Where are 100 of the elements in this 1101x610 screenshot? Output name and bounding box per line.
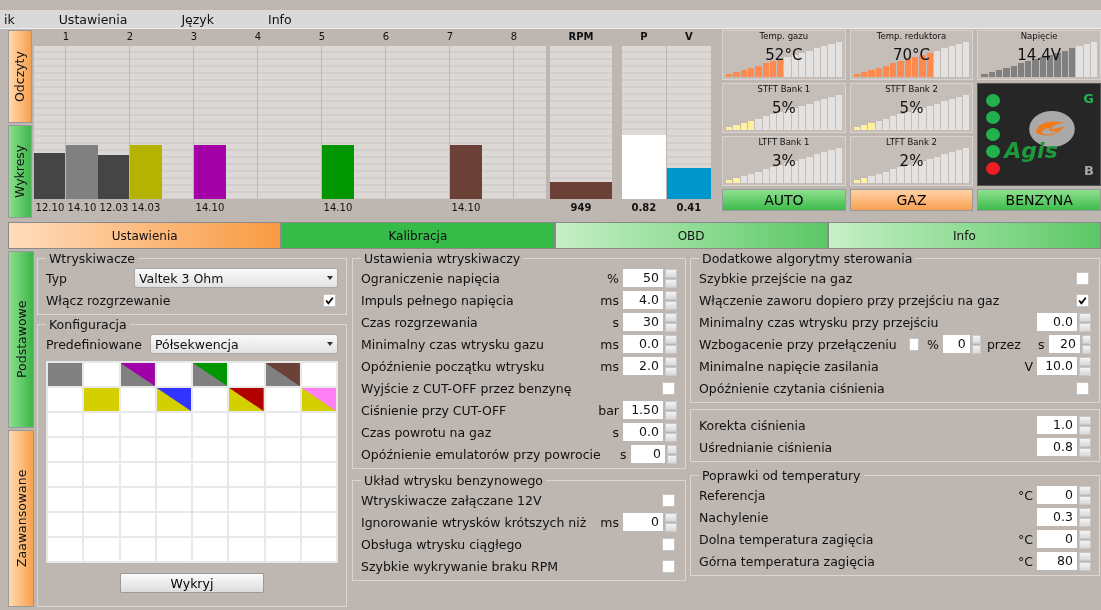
gauge-value: 5% [899, 100, 924, 117]
spinner-buttons[interactable] [1081, 334, 1091, 354]
unit-label: ms [599, 514, 619, 530]
checkbox[interactable] [662, 381, 675, 395]
number-field[interactable]: 0 [630, 445, 665, 463]
number-field[interactable]: 50 [623, 269, 663, 287]
setting-label: Czas rozgrzewania [361, 314, 479, 330]
gauge-title: LTFT Bank 1 [757, 137, 811, 148]
gauge-title: Temp. gazu [758, 31, 810, 42]
number-field[interactable]: 4.0 [623, 291, 663, 309]
checkbox[interactable] [908, 337, 920, 351]
unit-label: s [1037, 336, 1045, 352]
bar-value: 12.10 [35, 201, 65, 213]
spinner-buttons[interactable] [665, 268, 677, 288]
main-tab[interactable]: Kalibracja [281, 222, 555, 249]
gauge-title: Napięcie [1019, 31, 1059, 42]
spinner-buttons[interactable] [665, 334, 677, 354]
unit-label: °C [1017, 487, 1033, 503]
unit-label: % [927, 336, 939, 352]
number-field[interactable]: 0 [942, 335, 970, 353]
spinner-buttons[interactable] [1079, 356, 1091, 376]
number-field[interactable]: 0.0 [623, 423, 663, 441]
number-field[interactable]: 0 [1037, 486, 1077, 504]
gauge-title: LTFT Bank 2 [885, 137, 938, 148]
checkbox[interactable] [662, 559, 675, 573]
setting-label: Wzbogacenie przy przełączeniu [699, 336, 897, 352]
number-field[interactable]: 10.0 [1037, 357, 1077, 375]
menu-item[interactable]: Język [179, 11, 216, 27]
number-field[interactable]: 0.0 [623, 335, 663, 353]
type-dropdown[interactable]: Valtek 3 Ohm [134, 268, 338, 288]
setting-label: Ograniczenie napięcia [361, 270, 501, 286]
preset-dropdown[interactable]: Półsekwencja [150, 334, 338, 354]
meter-value: 949 [569, 201, 593, 213]
menu-item[interactable]: Info [265, 11, 294, 27]
number-field[interactable]: 0.3 [1037, 508, 1077, 526]
side-tab[interactable]: Podstawowe [8, 251, 34, 428]
spinner-buttons[interactable] [665, 512, 677, 532]
spinner-buttons[interactable] [1079, 507, 1091, 527]
mode-button[interactable]: AUTO [722, 189, 846, 211]
group-title: Wtryskiwacze [48, 251, 137, 266]
checkbox[interactable] [323, 293, 336, 307]
menu-item[interactable]: ik [2, 11, 17, 27]
spinner-buttons[interactable] [665, 312, 677, 332]
spinner-buttons[interactable] [1079, 312, 1091, 332]
unit-label: V [1023, 358, 1033, 374]
menu-item[interactable]: Ustawienia [56, 11, 130, 27]
number-field[interactable]: 30 [623, 313, 663, 331]
number-field[interactable]: 1.0 [1037, 416, 1077, 434]
bar-value: 14.10 [67, 201, 97, 213]
checkbox[interactable] [1076, 381, 1089, 395]
spinner-buttons[interactable] [1079, 415, 1091, 435]
spinner-buttons[interactable] [665, 400, 677, 420]
checkbox[interactable] [1076, 271, 1089, 285]
main-tab[interactable]: OBD [554, 222, 828, 249]
setting-label: Ignorowanie wtrysków krótszych niż [361, 514, 588, 530]
setting-label: Górna temperatura zagięcia [699, 553, 876, 569]
bar-value: 14.10 [451, 201, 481, 213]
checkbox[interactable] [1076, 293, 1089, 307]
number-field[interactable]: 0 [623, 513, 663, 531]
number-field[interactable]: 0.0 [1037, 313, 1077, 331]
group-title: Dodatkowe algorytmy sterowania [701, 251, 914, 266]
gauge-title: STFT Bank 2 [884, 84, 939, 95]
injector-label: 3 [189, 30, 199, 44]
checkbox[interactable] [662, 537, 675, 551]
gauge-value: 5% [771, 100, 796, 117]
checkbox[interactable] [662, 493, 675, 507]
caret-icon [327, 276, 333, 280]
side-tab[interactable]: Zaawansowane [8, 430, 34, 607]
number-field[interactable]: 0.8 [1037, 438, 1077, 456]
number-field[interactable]: 20 [1048, 335, 1080, 353]
main-tab[interactable]: Ustawienia [8, 222, 282, 249]
spinner-buttons[interactable] [1079, 529, 1091, 549]
setting-label: Minimalne napięcie zasilania [699, 358, 880, 374]
spinner-buttons[interactable] [971, 334, 981, 354]
setting-label: Włączenie zaworu dopiero przy przejściu na gaz [699, 292, 1001, 308]
injector-label: 2 [125, 30, 135, 44]
side-tab[interactable]: Odczyty [8, 30, 32, 123]
detect-button[interactable]: Wykryj [120, 573, 264, 593]
spinner-buttons[interactable] [665, 356, 677, 376]
mode-button[interactable]: BENZYNA [977, 189, 1101, 211]
checkbox-label: Włącz rozgrzewanie [46, 292, 172, 308]
spinner-buttons[interactable] [666, 444, 677, 464]
setting-label: przez [986, 336, 1021, 352]
number-field[interactable]: 80 [1037, 552, 1077, 570]
spinner-buttons[interactable] [665, 290, 677, 310]
number-field[interactable]: 0 [1037, 530, 1077, 548]
number-field[interactable]: 1.50 [623, 401, 663, 419]
spinner-buttons[interactable] [1079, 485, 1091, 505]
spinner-buttons[interactable] [1079, 551, 1091, 571]
mode-button[interactable]: GAZ [849, 189, 974, 211]
setting-label: Korekta ciśnienia [699, 417, 807, 433]
spinner-buttons[interactable] [1079, 437, 1091, 457]
main-tab[interactable]: Info [827, 222, 1101, 249]
side-tab[interactable]: Wykresy [8, 125, 32, 218]
spinner-buttons[interactable] [665, 422, 677, 442]
group-title: Ustawienia wtryskiwaczy [363, 251, 522, 266]
setting-label: Nachylenie [699, 509, 770, 525]
number-field[interactable]: 2.0 [623, 357, 663, 375]
group-title: Układ wtrysku benzynowego [363, 473, 544, 488]
setting-label: Obsługa wtrysku ciągłego [361, 536, 524, 552]
